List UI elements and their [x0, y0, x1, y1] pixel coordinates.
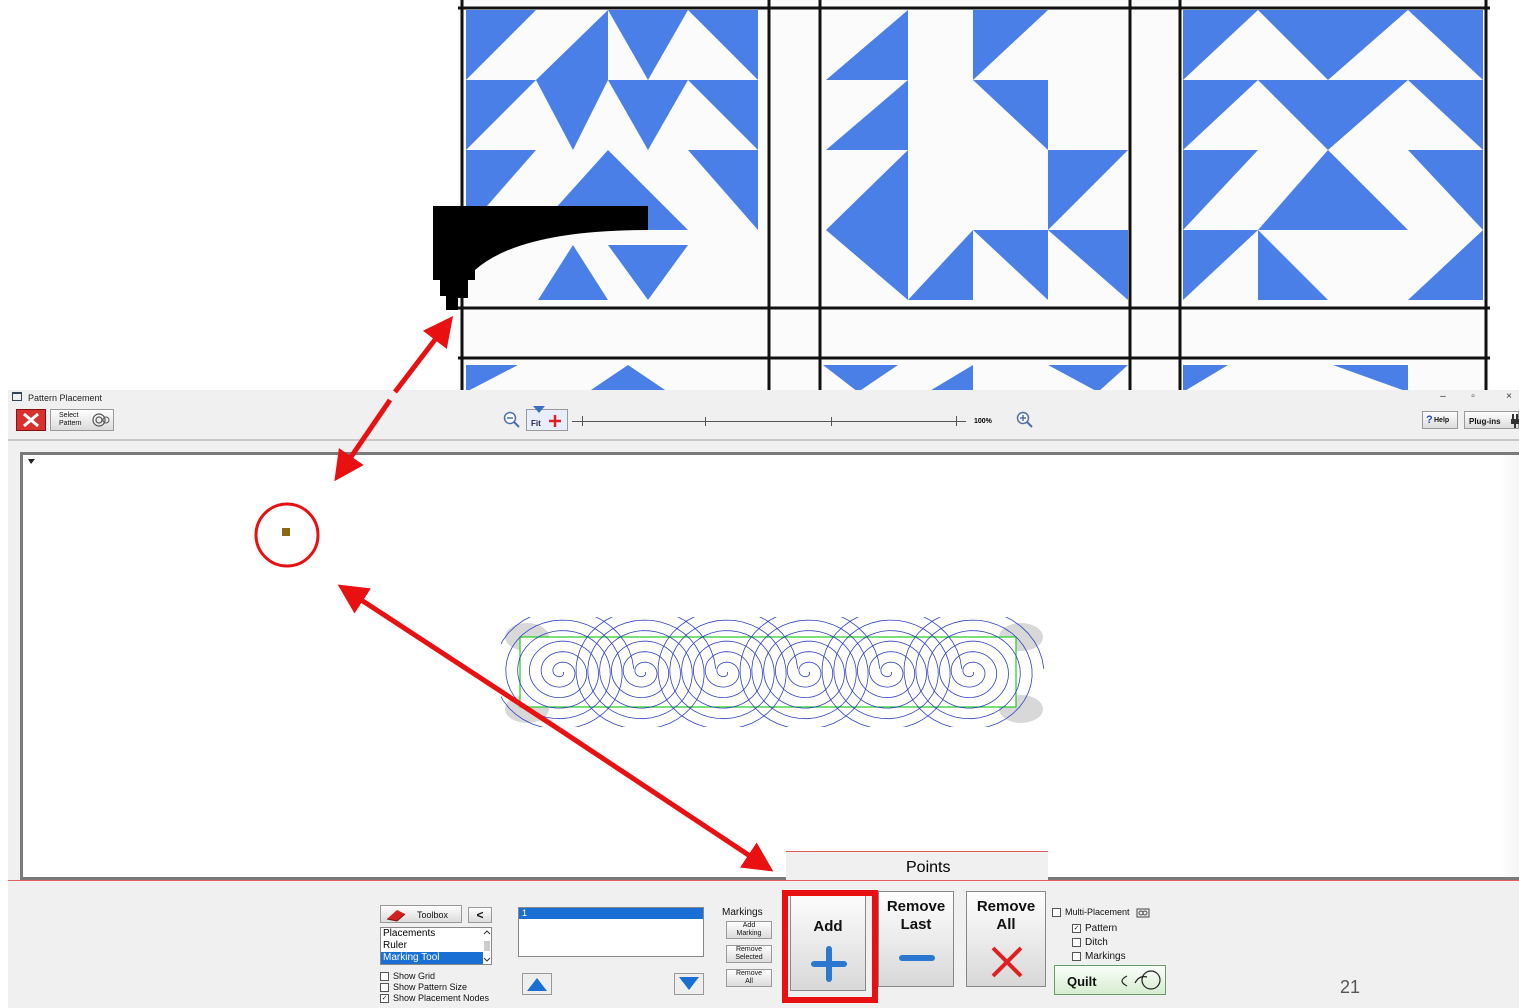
multi-placement-icon	[1136, 908, 1150, 918]
show-grid-box[interactable]	[380, 972, 389, 982]
remove-all-points-button[interactable]: Remove All	[966, 891, 1046, 987]
toolbox-icon	[386, 910, 406, 922]
machine-foot-graphic	[433, 206, 648, 310]
quilt-stitch-icon	[1121, 970, 1161, 990]
help-icon: ?	[1426, 414, 1433, 426]
show-placement-nodes-checkbox[interactable]: ✓ Show Placement Nodes	[380, 993, 489, 1004]
plug-icon	[1511, 414, 1519, 428]
multi-placement-checkbox[interactable]: Multi-Placement	[1052, 907, 1150, 918]
add-marking-button[interactable]: Add Marking	[726, 921, 772, 939]
close-icon	[23, 412, 39, 428]
zoom-percent-label: 100%	[974, 418, 992, 425]
ditch-box[interactable]	[1072, 937, 1081, 947]
annotation-arrow-foot	[393, 316, 454, 394]
points-tab-label: Points	[906, 859, 951, 876]
points-tab: Points	[786, 851, 1048, 880]
zoom-slider-thumb[interactable]	[532, 406, 546, 414]
pattern-placement-window: Pattern Placement – ▫ × Select Pattern F…	[8, 390, 1519, 1008]
window-title: Pattern Placement	[28, 393, 103, 403]
close-window-button[interactable]: ×	[1502, 391, 1516, 402]
minus-icon	[899, 955, 935, 961]
app-icon	[12, 392, 22, 401]
crosshair-icon	[549, 415, 561, 427]
list-scrollbar[interactable]	[483, 929, 491, 963]
pattern-checkbox[interactable]: ✓ Pattern	[1072, 923, 1117, 934]
remove-all-markings-button[interactable]: Remove All	[726, 969, 772, 987]
minimize-button[interactable]: –	[1436, 391, 1450, 402]
toolbar: Select Pattern Fit 100% ? Help Plug-ins	[8, 406, 1519, 436]
show-grid-checkbox[interactable]: Show Grid	[380, 971, 435, 982]
markings-list[interactable]: 1	[518, 907, 704, 957]
multi-placement-box[interactable]	[1052, 908, 1061, 918]
zoom-slider-track[interactable]	[572, 421, 966, 422]
bottom-panel: Toolbox < Placements Ruler Marking Tool Sh…	[8, 851, 1519, 1008]
exit-button[interactable]	[16, 409, 46, 431]
add-point-button[interactable]: Add	[790, 891, 866, 991]
quilt-button[interactable]: Quilt	[1054, 965, 1166, 995]
toolbox-list[interactable]: Placements Ruler Marking Tool	[380, 927, 492, 965]
markings-checkbox[interactable]: Markings	[1072, 951, 1126, 962]
markings-list-item[interactable]: 1	[519, 908, 703, 919]
placement-point-marker[interactable]	[282, 528, 290, 536]
markings-box[interactable]	[1072, 951, 1081, 961]
placement-canvas[interactable]	[20, 452, 1519, 880]
restore-button[interactable]: ▫	[1466, 391, 1480, 402]
toolbox-list-item[interactable]: Placements	[381, 928, 483, 940]
toolbox-list-item[interactable]: Ruler	[381, 940, 483, 952]
zoom-out-icon[interactable]	[502, 410, 520, 428]
remove-selected-button[interactable]: Remove Selected	[726, 945, 772, 963]
toolbox-list-item[interactable]: Marking Tool	[381, 952, 483, 964]
toolbox-button[interactable]: Toolbox	[380, 905, 462, 923]
quilt-photo	[458, 0, 1490, 392]
remove-last-point-button[interactable]: Remove Last	[878, 891, 954, 987]
move-up-icon[interactable]	[522, 973, 552, 995]
select-pattern-button[interactable]: Select Pattern	[50, 409, 114, 431]
move-down-icon[interactable]	[674, 973, 704, 995]
collapse-toolbox-button[interactable]: <	[468, 907, 492, 923]
help-button[interactable]: ? Help	[1422, 411, 1458, 429]
plus-icon	[811, 946, 847, 982]
pattern-placement[interactable]	[493, 609, 1061, 730]
zoom-in-icon[interactable]	[1014, 410, 1034, 428]
plugins-button[interactable]: Plug-ins	[1464, 411, 1519, 429]
canvas-origin-marker	[28, 459, 35, 464]
show-pattern-size-box[interactable]	[380, 983, 389, 993]
ditch-checkbox[interactable]: Ditch	[1072, 937, 1108, 948]
x-icon	[991, 946, 1023, 978]
page-number: 21	[1340, 977, 1361, 997]
show-placement-nodes-box[interactable]: ✓	[380, 994, 389, 1004]
show-pattern-size-checkbox[interactable]: Show Pattern Size	[380, 982, 467, 993]
pattern-box[interactable]: ✓	[1072, 923, 1081, 933]
markings-header: Markings	[722, 907, 763, 918]
title-bar: Pattern Placement – ▫ ×	[8, 390, 1519, 406]
pattern-swirl-icon	[92, 413, 110, 427]
